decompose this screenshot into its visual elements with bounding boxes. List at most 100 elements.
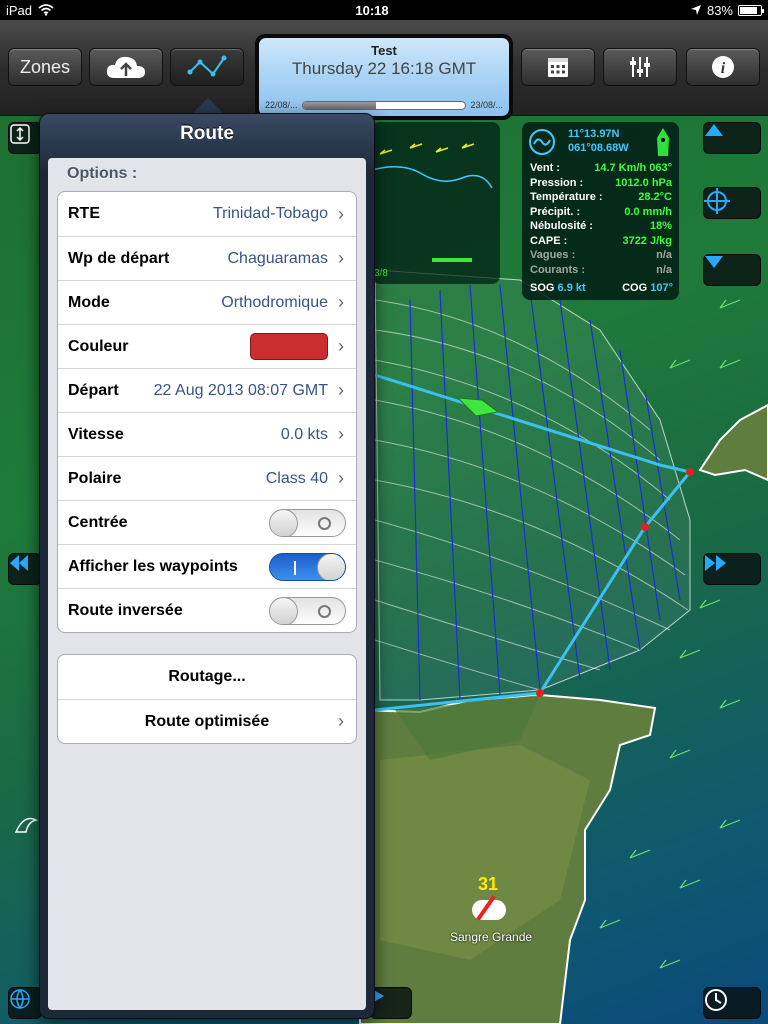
route-waypoint bbox=[686, 468, 694, 476]
wind-graph-icon[interactable] bbox=[528, 128, 556, 156]
weather-panel: 11°13.97N 061°08.68W Vent : 14.7 Km/h 063… bbox=[522, 122, 679, 300]
info-icon: i bbox=[712, 56, 734, 78]
route-waypoint bbox=[641, 523, 649, 531]
boat-icon bbox=[657, 128, 669, 156]
svg-text:i: i bbox=[721, 60, 726, 77]
clock-button[interactable] bbox=[703, 987, 761, 1019]
optimized-route-row[interactable]: Route optimisée › bbox=[58, 699, 356, 743]
popover-title: Route bbox=[180, 123, 234, 144]
centered-label: Centrée bbox=[68, 513, 128, 531]
weather-cloud-icon[interactable] bbox=[472, 895, 506, 921]
settings-sliders-button[interactable] bbox=[603, 48, 677, 86]
rewind-button[interactable] bbox=[8, 553, 42, 585]
globe-button[interactable] bbox=[8, 987, 42, 1019]
weather-row: Nébulosité : 18% bbox=[530, 220, 672, 235]
info-button[interactable]: i bbox=[686, 48, 760, 86]
polar-row[interactable]: Polaire Class 40 › bbox=[58, 456, 356, 500]
route-icon bbox=[187, 55, 227, 77]
globe-icon bbox=[10, 989, 30, 1010]
wind-graph-canvas bbox=[372, 143, 493, 262]
weather-row: Courants : n/a bbox=[530, 264, 672, 279]
chevron-right-icon: › bbox=[338, 292, 344, 312]
wifi-icon bbox=[38, 4, 54, 16]
crosshair-icon bbox=[704, 188, 730, 214]
reversed-route-toggle[interactable] bbox=[269, 596, 346, 625]
battery-icon bbox=[738, 4, 764, 16]
cloud-upload-icon bbox=[106, 56, 145, 78]
calendar-icon bbox=[548, 58, 568, 77]
rte-row[interactable]: RTE Trinidad-Tobago › bbox=[58, 192, 356, 236]
time-panel-title: Test bbox=[371, 43, 397, 58]
show-waypoints-row: Afficher les waypoints bbox=[58, 544, 356, 588]
triangle-up-icon bbox=[705, 124, 723, 136]
fast-forward-icon bbox=[705, 555, 726, 571]
time-panel-datetime: Thursday 22 16:18 GMT bbox=[291, 59, 477, 78]
time-end-label: 23/08/... bbox=[470, 100, 503, 110]
time-panel[interactable]: Test Thursday 22 16:18 GMT 22/08/... 23/… bbox=[255, 34, 513, 120]
chevron-right-icon: › bbox=[338, 424, 344, 444]
centered-toggle[interactable] bbox=[269, 508, 346, 537]
mode-label: Mode bbox=[68, 293, 110, 311]
routing-button[interactable]: Routage... bbox=[58, 655, 356, 699]
weather-row-label: Précipit. : bbox=[530, 205, 581, 218]
show-waypoints-toggle[interactable] bbox=[269, 552, 346, 581]
weather-row-value: 0.0 mm/h bbox=[624, 205, 672, 218]
weather-row-value: 1012.0 hPa bbox=[615, 176, 672, 189]
cloud-upload-button[interactable] bbox=[89, 48, 163, 86]
popover-body: Options : RTE Trinidad-Tobago › Wp de dé… bbox=[48, 158, 366, 1010]
speed-row[interactable]: Vitesse 0.0 kts › bbox=[58, 412, 356, 456]
weather-row-value: 3722 J/kg bbox=[622, 234, 672, 247]
weather-row: Précipit. : 0.0 mm/h bbox=[530, 206, 672, 221]
resize-button[interactable] bbox=[8, 122, 42, 154]
land-tobago bbox=[698, 403, 768, 482]
actions-group: Routage... Route optimisée › bbox=[57, 654, 357, 744]
weather-row: Température : 28.2°C bbox=[530, 191, 672, 206]
sog-label: SOG bbox=[530, 282, 555, 294]
centered-row: Centrée bbox=[58, 500, 356, 544]
time-slider[interactable] bbox=[301, 100, 467, 110]
weather-row-label: Courants : bbox=[530, 263, 585, 276]
speed-label: Vitesse bbox=[68, 425, 124, 443]
cog-label: COG bbox=[622, 282, 648, 294]
optimized-route-label: Route optimisée bbox=[144, 712, 270, 730]
calendar-button[interactable] bbox=[521, 48, 595, 86]
weather-speed-row: SOG 6.9 kt COG 107° bbox=[530, 282, 673, 294]
isochrone-area bbox=[374, 269, 691, 701]
routing-label: Routage... bbox=[168, 668, 246, 685]
fast-forward-button[interactable] bbox=[703, 553, 761, 585]
zoom-in-button[interactable] bbox=[703, 122, 761, 154]
options-group: RTE Trinidad-Tobago › Wp de départ Chagu… bbox=[57, 191, 357, 633]
chevron-right-icon: › bbox=[338, 336, 344, 356]
center-button[interactable] bbox=[703, 187, 761, 219]
route-waypoint bbox=[536, 689, 544, 697]
play-button[interactable] bbox=[370, 987, 412, 1019]
speed-value: 0.0 kts bbox=[280, 425, 328, 443]
weather-rows: Vent : 14.7 Km/h 063° Pression : 1012.0 hPa… bbox=[530, 162, 672, 278]
reversed-route-label: Route inversée bbox=[68, 601, 183, 619]
weather-row-label: Vagues : bbox=[530, 249, 576, 261]
chevron-right-icon: › bbox=[338, 468, 344, 488]
clock-icon bbox=[705, 989, 727, 1011]
start-waypoint-row[interactable]: Wp de départ Chaguaramas › bbox=[58, 236, 356, 280]
latitude: 11°13.97N bbox=[568, 128, 620, 140]
start-waypoint-value: Chaguaramas bbox=[227, 249, 329, 267]
zoom-out-button[interactable] bbox=[703, 254, 761, 286]
weather-row-label: Nébulosité : bbox=[530, 220, 593, 232]
battery-percent: 83% bbox=[706, 2, 733, 18]
weather-row-label: CAPE : bbox=[530, 234, 568, 247]
triangle-down-icon bbox=[705, 256, 723, 268]
weather-row-label: Vent : bbox=[530, 162, 560, 174]
cog-value: 107° bbox=[650, 282, 673, 294]
chevron-right-icon: › bbox=[338, 711, 344, 731]
start-waypoint-label: Wp de départ bbox=[68, 249, 170, 267]
longitude: 061°08.68W bbox=[568, 142, 629, 154]
mode-row[interactable]: Mode Orthodromique › bbox=[58, 280, 356, 324]
rewind-icon bbox=[10, 555, 28, 571]
zones-button[interactable]: Zones bbox=[8, 48, 82, 86]
route-button[interactable] bbox=[170, 48, 244, 86]
color-row[interactable]: Couleur › bbox=[58, 324, 356, 368]
graph-fragment-label: 3/8 bbox=[374, 268, 388, 279]
departure-row[interactable]: Départ 22 Aug 2013 08:07 GMT › bbox=[58, 368, 356, 412]
wind-graph: 3/8 bbox=[372, 122, 500, 284]
device-name: iPad bbox=[6, 2, 33, 18]
